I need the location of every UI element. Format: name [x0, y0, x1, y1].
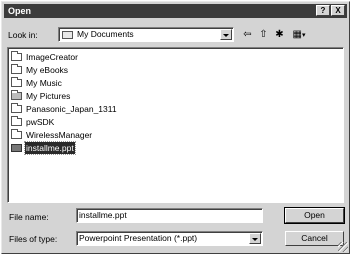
view-menu-icon[interactable]: ▦▾: [289, 28, 309, 42]
list-item-label: My eBooks: [26, 65, 69, 75]
look-in-combo[interactable]: My Documents: [58, 27, 234, 42]
file-type-label: Files of type:: [9, 234, 58, 244]
file-type-select[interactable]: Powerpoint Presentation (*.ppt): [76, 231, 263, 246]
folder-icon: [11, 64, 22, 74]
folder-icon: [62, 31, 73, 39]
folder-icon: [11, 103, 22, 113]
dialog-title: Open: [8, 6, 32, 16]
help-button[interactable]: ?: [316, 5, 330, 16]
look-in-dropdown-button[interactable]: [220, 29, 232, 40]
list-item-label: Panasonic_Japan_1311: [26, 104, 117, 114]
file-name-value: installme.ppt: [79, 210, 127, 220]
file-name-label: File name:: [9, 212, 49, 222]
list-item-label: My Music: [26, 78, 62, 88]
back-icon[interactable]: ⇦: [240, 28, 255, 42]
file-type-dropdown-button[interactable]: [249, 233, 261, 244]
new-folder-icon[interactable]: ✱: [272, 28, 287, 42]
folder-icon: [11, 129, 22, 139]
open-button[interactable]: Open: [284, 207, 345, 224]
resize-grip[interactable]: [338, 242, 348, 252]
look-in-value: My Documents: [77, 29, 134, 39]
chevron-down-icon: ▾: [301, 32, 306, 39]
view-icon: ▦: [292, 29, 302, 40]
ppt-file-icon: [11, 144, 22, 152]
up-one-level-icon[interactable]: ⇧: [256, 28, 271, 42]
folder-icon: [11, 116, 22, 126]
look-in-label: Look in:: [8, 30, 38, 40]
cancel-button[interactable]: Cancel: [285, 231, 344, 246]
list-item-label: installme.ppt: [24, 141, 76, 155]
folder-icon: [11, 77, 22, 87]
list-item-label: WirelessManager: [26, 130, 93, 140]
list-item-label: pwSDK: [26, 117, 55, 127]
close-button[interactable]: X: [331, 5, 345, 16]
pictures-folder-icon: [11, 90, 22, 100]
folder-icon: [11, 51, 22, 61]
title-bar[interactable]: Open ? X: [4, 4, 347, 18]
file-type-value: Powerpoint Presentation (*.ppt): [79, 233, 198, 243]
list-item-label: My Pictures: [26, 91, 71, 101]
file-name-field[interactable]: installme.ppt: [76, 208, 263, 223]
list-item-label: ImageCreator: [26, 52, 78, 62]
file-list[interactable]: ImageCreator My eBooks My Music My Pictu…: [7, 47, 344, 203]
open-dialog: Open ? X Look in: My Documents ⇦ ⇧ ✱ ▦▾ …: [1, 1, 350, 254]
